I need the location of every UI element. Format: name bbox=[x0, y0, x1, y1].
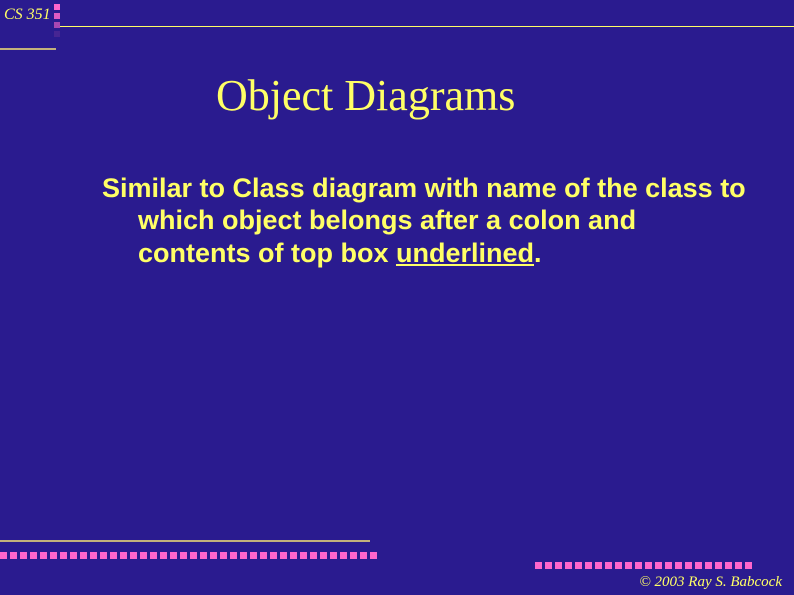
deco-square bbox=[54, 31, 60, 37]
deco-square bbox=[200, 552, 207, 559]
body-underlined: underlined bbox=[396, 238, 534, 268]
tan-rule bbox=[0, 48, 56, 50]
deco-square bbox=[545, 562, 552, 569]
deco-square bbox=[685, 562, 692, 569]
body-paragraph: Similar to Class diagram with name of th… bbox=[66, 172, 754, 269]
deco-square bbox=[160, 552, 167, 559]
copyright-label: © 2003 Ray S. Babcock bbox=[639, 574, 782, 591]
deco-square bbox=[575, 562, 582, 569]
deco-square bbox=[310, 552, 317, 559]
deco-square bbox=[320, 552, 327, 559]
deco-square bbox=[40, 552, 47, 559]
deco-square bbox=[270, 552, 277, 559]
slide-title: Object Diagrams bbox=[216, 70, 515, 121]
deco-square bbox=[140, 552, 147, 559]
deco-square bbox=[635, 562, 642, 569]
deco-square bbox=[725, 562, 732, 569]
deco-square bbox=[10, 552, 17, 559]
deco-top-squares bbox=[54, 4, 60, 37]
deco-square bbox=[715, 562, 722, 569]
deco-square bbox=[180, 552, 187, 559]
deco-square bbox=[625, 562, 632, 569]
deco-square bbox=[240, 552, 247, 559]
deco-square bbox=[555, 562, 562, 569]
deco-square bbox=[350, 552, 357, 559]
deco-square bbox=[54, 13, 60, 19]
deco-square bbox=[54, 22, 60, 28]
slide-body: Similar to Class diagram with name of th… bbox=[66, 172, 754, 269]
deco-square bbox=[370, 552, 377, 559]
top-rule bbox=[60, 26, 794, 27]
bottom-rule bbox=[0, 540, 370, 542]
deco-square bbox=[54, 4, 60, 10]
deco-bottom-row-right bbox=[535, 562, 752, 569]
deco-square bbox=[100, 552, 107, 559]
deco-square bbox=[695, 562, 702, 569]
deco-square bbox=[675, 562, 682, 569]
deco-square bbox=[220, 552, 227, 559]
deco-square bbox=[595, 562, 602, 569]
course-code-label: CS 351 bbox=[4, 6, 51, 24]
deco-square bbox=[745, 562, 752, 569]
deco-square bbox=[535, 562, 542, 569]
deco-square bbox=[565, 562, 572, 569]
deco-square bbox=[110, 552, 117, 559]
deco-square bbox=[130, 552, 137, 559]
deco-square bbox=[330, 552, 337, 559]
deco-square bbox=[615, 562, 622, 569]
deco-square bbox=[70, 552, 77, 559]
deco-square bbox=[300, 552, 307, 559]
deco-square bbox=[150, 552, 157, 559]
deco-square bbox=[585, 562, 592, 569]
deco-square bbox=[605, 562, 612, 569]
deco-square bbox=[735, 562, 742, 569]
deco-square bbox=[645, 562, 652, 569]
body-suffix: . bbox=[534, 238, 542, 268]
deco-square bbox=[340, 552, 347, 559]
deco-square bbox=[665, 562, 672, 569]
deco-square bbox=[655, 562, 662, 569]
deco-square bbox=[50, 552, 57, 559]
deco-square bbox=[360, 552, 367, 559]
deco-square bbox=[170, 552, 177, 559]
deco-square bbox=[210, 552, 217, 559]
deco-square bbox=[230, 552, 237, 559]
deco-square bbox=[60, 552, 67, 559]
deco-square bbox=[20, 552, 27, 559]
deco-square bbox=[80, 552, 87, 559]
deco-square bbox=[260, 552, 267, 559]
deco-square bbox=[280, 552, 287, 559]
deco-square bbox=[0, 552, 7, 559]
deco-square bbox=[90, 552, 97, 559]
deco-square bbox=[190, 552, 197, 559]
deco-square bbox=[290, 552, 297, 559]
deco-bottom-row-left bbox=[0, 552, 377, 559]
deco-square bbox=[120, 552, 127, 559]
deco-square bbox=[250, 552, 257, 559]
title-bar: Object Diagrams bbox=[58, 45, 794, 145]
deco-square bbox=[30, 552, 37, 559]
deco-square bbox=[705, 562, 712, 569]
